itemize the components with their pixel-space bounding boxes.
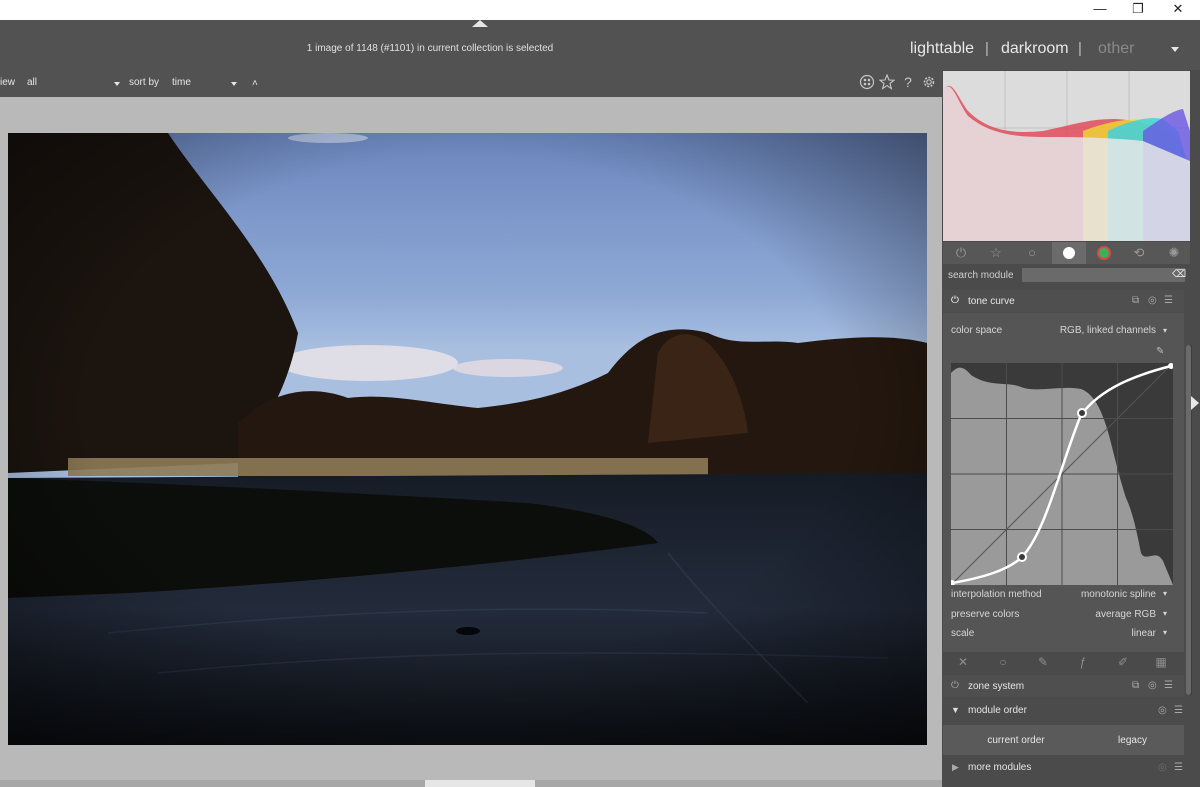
star-icon[interactable]: ☆ bbox=[987, 244, 1005, 262]
drawn-parametric-mask-icon[interactable]: ✐ bbox=[1113, 654, 1133, 670]
collapse-top-panel-icon[interactable] bbox=[472, 20, 488, 27]
collapse-bottom-panel-icon[interactable] bbox=[425, 780, 535, 787]
chevron-down-icon[interactable] bbox=[231, 82, 237, 86]
chevron-down-icon[interactable]: ▾ bbox=[1163, 609, 1167, 618]
sort-by-label: sort by bbox=[129, 77, 160, 88]
module-power-icon[interactable]: ⏻ bbox=[951, 680, 959, 691]
star-icon[interactable] bbox=[878, 73, 896, 90]
presets-menu-icon[interactable]: ☰ bbox=[1164, 295, 1173, 306]
chevron-down-icon[interactable] bbox=[114, 82, 120, 86]
view-darkroom[interactable]: darkroom bbox=[1001, 40, 1069, 58]
view-lighttable[interactable]: lighttable bbox=[910, 40, 974, 58]
photo-preview[interactable] bbox=[8, 133, 927, 745]
zone-system-title: zone system bbox=[968, 681, 1025, 692]
selection-info: 1 image of 1148 (#1101) in current colle… bbox=[306, 43, 554, 54]
reset-icon[interactable]: ◎ bbox=[1158, 762, 1167, 773]
power-icon[interactable]: ⏻ bbox=[952, 244, 970, 262]
uniform-mask-icon[interactable]: ○ bbox=[993, 654, 1013, 670]
reset-icon[interactable]: ◎ bbox=[1148, 295, 1157, 306]
interpolation-method-label: interpolation method bbox=[951, 589, 1042, 600]
restore-button[interactable]: ❐ bbox=[1118, 0, 1158, 20]
view-other[interactable]: other bbox=[1098, 40, 1134, 58]
gear-icon[interactable] bbox=[921, 74, 937, 90]
parametric-mask-icon[interactable]: ƒ bbox=[1073, 654, 1093, 670]
help-icon[interactable]: ? bbox=[900, 74, 916, 90]
view-filter-label: iew bbox=[0, 77, 16, 88]
correct-icon[interactable]: ⟲ bbox=[1130, 244, 1148, 262]
scale-label: scale bbox=[951, 628, 975, 639]
color-space-value[interactable]: RGB, linked channels bbox=[1020, 325, 1156, 336]
circle-icon[interactable]: ○ bbox=[1023, 244, 1041, 262]
effect-icon[interactable]: ✺ bbox=[1165, 244, 1183, 262]
color-icon[interactable] bbox=[1095, 244, 1113, 262]
chevron-down-icon[interactable]: ▾ bbox=[1163, 326, 1167, 335]
tone-icon[interactable] bbox=[1060, 244, 1078, 262]
tone-curve-title: tone curve bbox=[968, 296, 1015, 307]
presets-menu-icon[interactable]: ☰ bbox=[1174, 762, 1183, 773]
grouping-icon[interactable] bbox=[859, 74, 875, 90]
close-button[interactable]: ✕ bbox=[1158, 0, 1198, 20]
sort-direction-toggle[interactable]: ˄ bbox=[252, 78, 258, 89]
preserve-colors-label: preserve colors bbox=[951, 609, 1020, 620]
search-module-label: search module bbox=[948, 270, 1014, 281]
minimize-button[interactable]: — bbox=[1080, 0, 1120, 20]
reset-icon[interactable]: ◎ bbox=[1158, 705, 1167, 716]
multi-instance-icon[interactable]: ⧉ bbox=[1132, 680, 1139, 691]
multi-instance-icon[interactable]: ⧉ bbox=[1132, 295, 1139, 306]
color-space-label: color space bbox=[951, 325, 1003, 336]
sort-by-select[interactable]: time bbox=[172, 77, 191, 88]
reset-icon[interactable]: ◎ bbox=[1148, 680, 1157, 691]
interpolation-method-value[interactable]: monotonic spline bbox=[1040, 589, 1156, 600]
current-order-button[interactable]: current order bbox=[963, 731, 1069, 751]
view-separator: | bbox=[1078, 40, 1082, 57]
legacy-order-button[interactable]: legacy bbox=[1085, 731, 1180, 751]
search-module-input[interactable] bbox=[1022, 268, 1185, 282]
chevron-down-icon[interactable]: ▾ bbox=[1163, 589, 1167, 598]
collapse-right-panel-icon[interactable] bbox=[1191, 396, 1199, 410]
window-title-bar bbox=[0, 0, 1200, 20]
module-order-title: module order bbox=[968, 705, 1027, 716]
view-dropdown-icon[interactable] bbox=[1171, 47, 1179, 52]
expand-arrow-icon[interactable]: ▶ bbox=[952, 762, 959, 773]
expand-arrow-icon[interactable]: ▼ bbox=[951, 705, 960, 715]
tone-curve-graph[interactable] bbox=[949, 362, 1174, 586]
drawn-mask-icon[interactable]: ✎ bbox=[1033, 654, 1053, 670]
view-separator: | bbox=[985, 40, 989, 57]
presets-menu-icon[interactable]: ☰ bbox=[1164, 680, 1173, 691]
histogram[interactable] bbox=[943, 71, 1190, 241]
raster-mask-icon[interactable]: ▦ bbox=[1151, 654, 1171, 670]
more-modules-title: more modules bbox=[968, 762, 1032, 773]
color-picker-icon[interactable]: ✎ bbox=[1156, 346, 1168, 358]
chevron-down-icon[interactable]: ▾ bbox=[1163, 628, 1167, 637]
scale-value[interactable]: linear bbox=[1040, 628, 1156, 639]
clear-search-icon[interactable]: ⌫ bbox=[1172, 269, 1186, 280]
module-power-icon[interactable]: ⏻ bbox=[951, 295, 959, 306]
view-filter-select[interactable]: all bbox=[27, 77, 37, 88]
preserve-colors-value[interactable]: average RGB bbox=[1040, 609, 1156, 620]
mask-tools-bar bbox=[943, 652, 1184, 672]
presets-menu-icon[interactable]: ☰ bbox=[1174, 705, 1183, 716]
mask-off-icon[interactable]: ✕ bbox=[953, 654, 973, 670]
